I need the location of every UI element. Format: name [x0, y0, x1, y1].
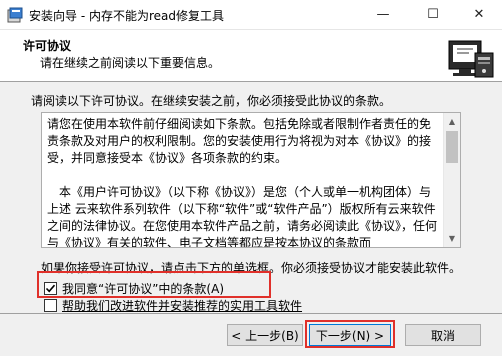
maximize-icon: ☐ [427, 7, 439, 22]
help-improve-label: 帮助我们改进软件并安装推荐的实用工具软件 [62, 298, 303, 313]
installer-app-icon [7, 7, 23, 23]
wizard-header: 许可协议 请在继续之前阅读以下重要信息。 [0, 30, 502, 82]
minimize-button[interactable]: — [360, 0, 406, 29]
window-title: 安装向导 - 内存不能为read修复工具 [29, 9, 224, 23]
help-improve-option[interactable]: 帮助我们改进软件并安装推荐的实用工具软件 [44, 297, 302, 313]
checkmark-icon [45, 284, 56, 292]
scroll-up-icon[interactable]: ▲ [444, 113, 460, 130]
minimize-icon: — [376, 7, 390, 22]
computer-install-icon [448, 40, 494, 78]
maximize-button[interactable]: ☐ [410, 0, 456, 29]
license-text-area[interactable]: 请您在使用本软件前仔细阅读如下条款。包括免除或者限制作者责任的免责条款及对用户的… [41, 112, 461, 248]
close-button[interactable]: ✕ [456, 0, 502, 29]
close-icon: ✕ [473, 7, 485, 22]
scroll-thumb[interactable] [446, 131, 458, 163]
license-scrollbar[interactable]: ▲ ▼ [443, 113, 460, 247]
agree-option[interactable]: 我同意“许可协议”中的条款(A) [44, 280, 224, 296]
cancel-button[interactable]: 取消 [405, 324, 481, 346]
help-improve-checkbox[interactable] [44, 298, 57, 312]
back-button[interactable]: < 上一步(B) [227, 324, 303, 346]
license-instruction: 请阅读以下许可协议。在继续安装之前，你必须接受此协议的条款。 [31, 94, 392, 108]
title-bar: 安装向导 - 内存不能为read修复工具 — ☐ ✕ [0, 0, 502, 30]
page-title: 许可协议 [23, 39, 72, 53]
accept-instruction: 如果你接受许可协议，请点击下方的单选框。你必须接受协议才能安装此软件。 [41, 261, 462, 275]
license-text: 请您在使用本软件前仔细阅读如下条款。包括免除或者限制作者责任的免责条款及对用户的… [47, 117, 438, 248]
next-button[interactable]: 下一步(N) > [309, 324, 391, 346]
scroll-down-icon[interactable]: ▼ [444, 230, 460, 247]
page-subtitle: 请在继续之前阅读以下重要信息。 [40, 56, 221, 70]
agree-label: 我同意“许可协议”中的条款(A) [62, 281, 225, 296]
footer-divider [0, 313, 502, 314]
agree-checkbox[interactable] [44, 281, 57, 295]
